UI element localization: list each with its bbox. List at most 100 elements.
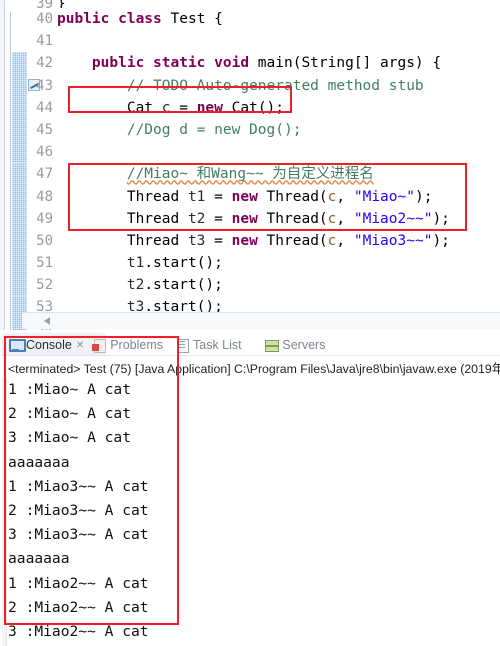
code-line[interactable]: 44 Cat c = new Cat(); [12,96,500,119]
token-localv: t2 [187,210,206,227]
code-line[interactable]: 40 public class Test { [12,8,500,30]
token-plain: = [205,188,232,205]
eclipse-ide-screenshot: 39} 40 public class Test {41 42 public stat… [0,0,500,646]
window-edge-strip-inner [6,12,11,330]
token-plain: ); [432,232,450,249]
line-number: 44 [36,99,53,116]
token-plain: Thread( [266,188,328,205]
code-line-text[interactable]: // TODO Auto-generated method stub [57,75,424,97]
code-line[interactable]: 50 Thread t3 = new Thread(c, "Miao3~~"); [12,229,500,253]
token-plain: Thread [57,210,188,227]
token-plain: .start(); [144,255,223,272]
code-line[interactable]: 42 public static void main(String[] args… [12,52,500,75]
line-number: 40 [36,11,53,27]
tab-task-list[interactable]: Task List [175,335,242,355]
token-cmt: //Dog d = new Dog(); [126,121,302,138]
token-kw: new [196,99,232,116]
bottom-panel: Console ✕ Problems Task List Servers <termin… [0,333,500,646]
token-plain: Thread( [266,210,328,227]
code-line-text[interactable]: public class Test { [57,8,223,30]
console-output-line: 2 :Miao~ A cat [8,405,132,423]
code-line-list[interactable]: 39} 40 public class Test {41 42 public stat… [12,0,500,330]
code-line-text[interactable]: } [57,0,66,8]
console-icon [8,338,26,352]
editor-horizontal-scrollbar[interactable] [22,312,500,329]
bottom-panel-tabbar[interactable]: Console ✕ Problems Task List Servers [0,333,500,355]
code-line[interactable]: 52 t2.start(); [12,274,500,297]
token-str: "Miao~" [353,188,415,205]
line-number: 41 [36,33,53,50]
line-number: 46 [36,144,53,161]
console-output: 1 :Miao~ A cat 2 :Miao~ A cat 3 :Miao~ A c… [8,378,488,646]
code-line[interactable]: 48 Thread t1 = new Thread(c, "Miao~"); [12,185,500,208]
code-line-text[interactable]: Thread t2 = new Thread(c, "Miao2~~"); [57,208,450,230]
console-output-line: 3 :Miao~ A cat [8,429,132,447]
token-plain: } [57,0,66,8]
code-line-text[interactable]: Thread t3 = new Thread(c, "Miao3~~"); [57,230,450,252]
changed-line-marker [12,274,27,297]
changed-line-marker [12,96,27,119]
changed-line-marker [12,163,27,186]
tab-label: Task List [193,338,242,352]
console-output-line: 1 :Miao~ A cat [8,381,132,398]
code-line-text[interactable]: //Dog d = new Dog(); [57,119,302,141]
token-plain: = [170,99,197,116]
code-line-text[interactable]: //Miao~ 和Wang~~ 为自定义进程名 [57,163,374,185]
code-line[interactable]: 46 [12,141,500,164]
console-output-line: 1 :Miao2~~ A cat [8,574,149,592]
console-view[interactable]: <terminated> Test (75) [Java Application… [2,355,500,646]
tab-label: Problems [110,338,163,352]
problems-icon [92,338,107,353]
token-plain: , [336,210,354,227]
task-icon [175,338,190,353]
token-cmt: // TODO Auto-generated method stub [126,77,424,94]
changed-line-marker [12,118,27,142]
token-plain: = [205,210,232,227]
scroll-left-arrow-icon[interactable] [44,317,50,325]
code-line[interactable]: 45 //Dog d = new Dog(); [12,118,500,142]
code-line[interactable]: 47 //Miao~ 和Wang~~ 为自定义进程名 [12,163,500,186]
line-number: 51 [36,255,53,272]
token-plain: Cat [57,99,162,116]
token-plain: Thread( [266,232,328,249]
token-cmt: //Miao~ 和Wang~~ 为自定义进程名 [126,166,374,183]
console-launch-status: <terminated> Test (75) [Java Application… [8,362,500,376]
code-line-text[interactable]: t2.start(); [57,274,223,296]
code-line[interactable]: 51 t1.start(); [12,252,500,275]
code-line-text[interactable]: Thread t1 = new Thread(c, "Miao~"); [57,186,433,208]
token-plain: ); [414,188,433,205]
line-number: 47 [36,166,53,183]
console-output-line: 2 :Miao3~~ A cat [8,501,149,519]
tab-problems[interactable]: Problems [92,335,163,355]
token-kw: new [231,210,267,227]
changed-line-marker [12,74,27,97]
token-plain: Thread [57,188,188,205]
java-editor-pane[interactable]: 39} 40 public class Test {41 42 public stat… [0,0,500,330]
code-line[interactable]: 41 [12,30,500,52]
close-icon[interactable]: ✕ [76,336,84,356]
line-number: 50 [36,232,53,249]
tab-label: Servers [282,338,326,352]
code-line[interactable]: 39} [12,0,500,8]
token-plain: main(String[] args) { [257,55,442,72]
code-line[interactable]: 43 // TODO Auto-generated method stub [12,74,500,97]
line-number: 39 [36,0,53,8]
token-localv: t1 [126,255,145,272]
code-line-text[interactable]: Cat c = new Cat(); [57,97,284,119]
tab-servers[interactable]: Servers [264,335,325,355]
line-number: 52 [36,277,53,294]
token-plain: ); [432,210,450,227]
token-str: "Miao2~~" [353,210,433,227]
code-line[interactable]: 49 Thread t2 = new Thread(c, "Miao2~~"); [12,207,500,230]
console-left-margin [2,378,7,646]
token-localv: c [161,99,171,116]
console-output-line: aaaaaaa [8,453,70,471]
code-line-text[interactable]: public static void main(String[] args) { [57,52,441,74]
changed-line-marker [12,141,27,164]
code-line-text[interactable]: t1.start(); [57,252,223,274]
console-output-line: 3 :Miao2~~ A cat [8,622,149,640]
tab-console[interactable]: Console ✕ [8,335,84,355]
line-number: 49 [36,210,53,227]
